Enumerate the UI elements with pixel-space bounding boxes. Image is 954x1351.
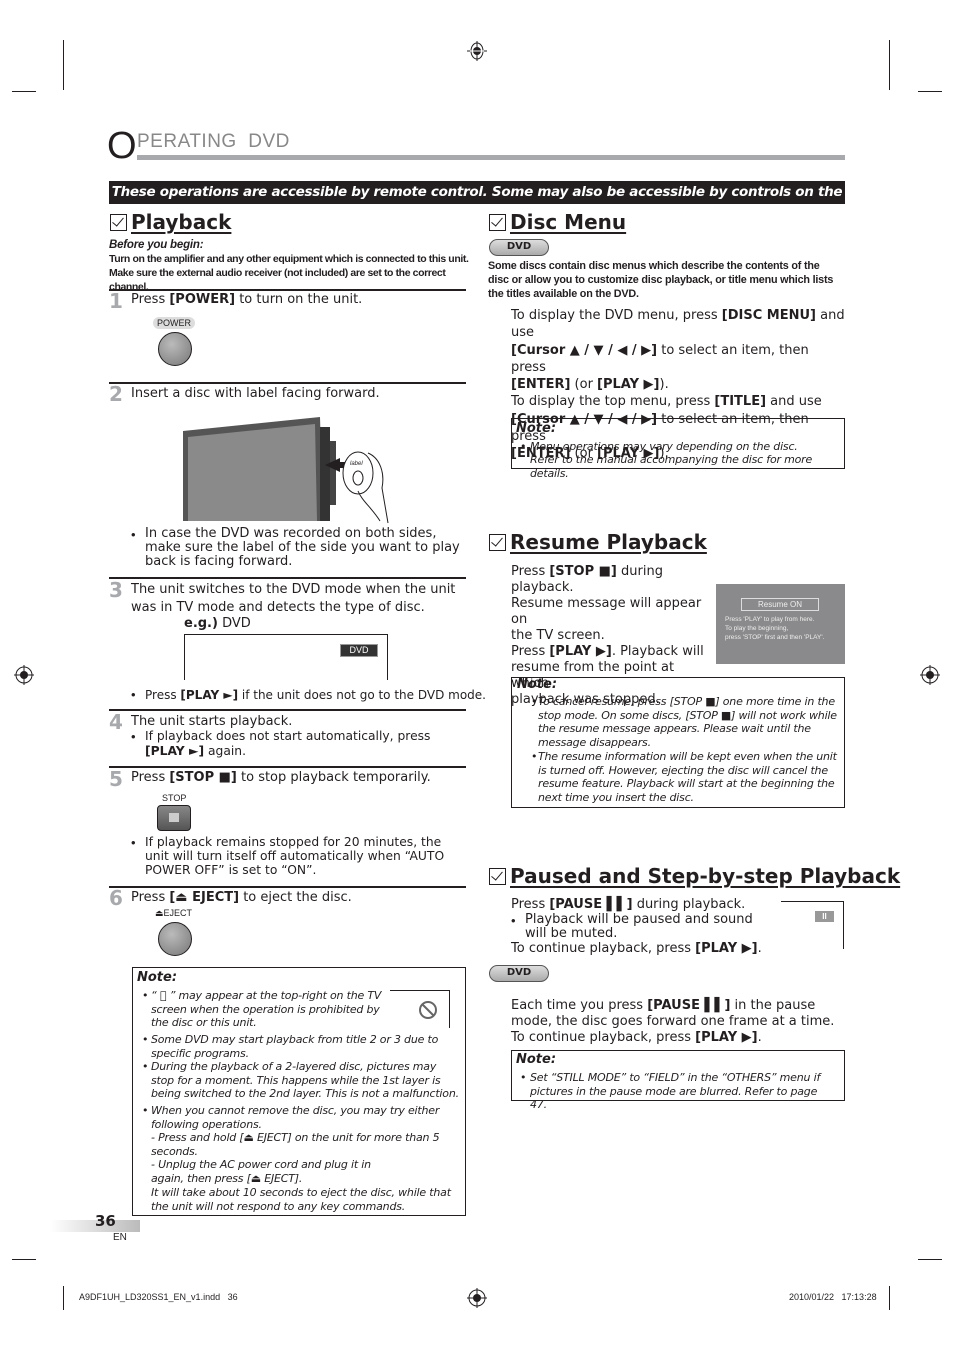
svg-text:label: label (350, 461, 363, 467)
note-item: To cancel resume, press [STOP ■] one mor… (538, 695, 837, 749)
bullet-dot: • (131, 835, 136, 850)
crop-mark (12, 1259, 36, 1260)
step-6-text: Press [⏏ EJECT] to eject the disc. (131, 890, 352, 905)
crop-mark (63, 1286, 64, 1310)
language-code: EN (113, 1232, 127, 1243)
divider (109, 577, 466, 579)
playback-heading: Playback (110, 210, 231, 234)
page-number: 36 (95, 1212, 116, 1230)
tv-screen-example (184, 634, 388, 680)
divider (109, 289, 466, 291)
step-5-bullet: If playback remains stopped for 20 minut… (145, 835, 445, 877)
step-4-bullet: If playback does not start automatically… (145, 729, 431, 758)
before-you-begin-title: Before you begin: (109, 239, 204, 251)
note-title: Note: (516, 421, 557, 436)
bullet-dot: • (511, 913, 516, 928)
checkbox-icon (489, 213, 506, 231)
resume-osd-message: Press 'PLAY' to play from here. To play … (725, 616, 825, 641)
note-item: Refer to the manual accompanying the dis… (530, 453, 813, 480)
crop-mark (889, 40, 890, 90)
crop-mark (918, 1259, 942, 1260)
pause-osd-icon: II (815, 911, 834, 922)
title-underline (137, 155, 845, 160)
registration-mark-icon (467, 41, 487, 61)
bullet-dot: • (131, 729, 136, 744)
step-number: 1 (109, 289, 123, 313)
step-2-text: Insert a disc with label facing forward. (131, 386, 380, 401)
step-by-step-instruction: Each time you press [PAUSE ▌▌] in the pa… (511, 998, 835, 1029)
step-3-bullet: Press [PLAY ►] if the unit does not go t… (145, 688, 486, 702)
step-number: 5 (109, 767, 123, 791)
note-title: Note: (517, 677, 558, 692)
registration-mark-icon (14, 665, 34, 685)
before-you-begin-line: Turn on the amplifier and any other equi… (109, 253, 469, 265)
divider (109, 382, 466, 384)
dvd-osd-indicator: DVD (340, 644, 378, 657)
dvd-badge: DVD (489, 965, 549, 982)
paused-playback-heading: Paused and Step-by-step Playback (489, 864, 900, 888)
eject-button[interactable] (158, 922, 192, 956)
note-item: Set “STILL MODE” to “FIELD” in the “OTHE… (530, 1071, 821, 1111)
note-item: When you cannot remove the disc, you may… (151, 1104, 440, 1131)
step-1-text: Press [POWER] to turn on the unit. (131, 292, 363, 307)
step-continue: To continue playback, press [PLAY ▶]. (511, 1030, 762, 1045)
prohibited-icon (419, 1001, 437, 1019)
step-4-text: The unit starts playback. (131, 714, 293, 729)
note-item: It will take about 10 seconds to eject t… (151, 1186, 451, 1213)
checkbox-icon (110, 213, 127, 231)
divider (109, 709, 466, 711)
note-item: Menu operations may vary depending on th… (530, 440, 798, 453)
note-item: - Unplug the AC power cord and plug it i… (151, 1158, 371, 1185)
remote-control-banner: These operations are accessible by remot… (109, 181, 845, 223)
registration-mark-icon (467, 1288, 487, 1308)
resume-on-label: Resume ON (741, 598, 819, 611)
note-title: Note: (516, 1052, 557, 1067)
note-item: The resume information will be kept even… (538, 750, 837, 804)
dvd-badge: DVD (489, 239, 549, 256)
pause-bullet: Playback will be paused and sound will b… (525, 912, 753, 941)
note-item: During the playback of a 2-layered disc,… (151, 1060, 459, 1100)
eject-button-label: ⏏EJECT (155, 908, 193, 918)
step-2-bullet: In case the DVD was recorded on both sid… (145, 526, 460, 569)
pause-continue: To continue playback, press [PLAY ▶]. (511, 941, 762, 956)
disc-menu-intro: Some discs contain disc menus which desc… (488, 260, 834, 300)
note-item: - Press and hold [⏏ EJECT] on the unit f… (151, 1131, 440, 1158)
note-item: Some DVD may start playback from title 2… (151, 1033, 439, 1060)
step-number: 6 (109, 886, 123, 910)
example-label: e.g.) DVD (184, 616, 251, 631)
crop-mark (12, 91, 36, 92)
power-button[interactable] (158, 332, 192, 366)
page-title-initial: O (107, 125, 137, 167)
print-timestamp: 2010/01/22 17:13:28 (789, 1292, 877, 1302)
step-5-text: Press [STOP ■] to stop playback temporar… (131, 770, 431, 785)
pause-instruction: Press [PAUSE ▌▌] during playback. (511, 897, 746, 912)
checkbox-icon (489, 533, 506, 551)
stop-button-label: STOP (162, 793, 187, 803)
bullet-dot: • (131, 687, 136, 702)
crop-mark (889, 1286, 890, 1310)
note-title: Note: (137, 970, 178, 985)
divider (109, 886, 466, 888)
bullet-dot: • (131, 527, 136, 542)
crop-mark (918, 91, 942, 92)
page-title: PERATING DVD (137, 131, 290, 152)
step-number: 4 (109, 710, 123, 734)
crop-mark (63, 40, 64, 90)
resume-playback-heading: Resume Playback (489, 530, 707, 554)
stop-button[interactable] (157, 805, 191, 831)
tv-disc-insert-illustration: label (183, 417, 389, 524)
power-button-label: POWER (153, 317, 196, 329)
pause-screen-example (781, 901, 844, 949)
file-name: A9DF1UH_LD320SS1_EN_v1.indd 36 (79, 1292, 238, 1302)
checkbox-icon (489, 867, 506, 885)
divider (109, 766, 466, 768)
registration-mark-icon (920, 665, 940, 685)
disc-menu-heading: Disc Menu (489, 210, 626, 234)
step-number: 3 (109, 578, 123, 602)
note-item: “ ⃠ ” may appear at the top-right on the… (151, 989, 382, 1029)
step-number: 2 (109, 382, 123, 406)
step-3-text: The unit switches to the DVD mode when t… (131, 582, 456, 615)
resume-osd-screen: Resume ON Press 'PLAY' to play from here… (716, 584, 845, 664)
